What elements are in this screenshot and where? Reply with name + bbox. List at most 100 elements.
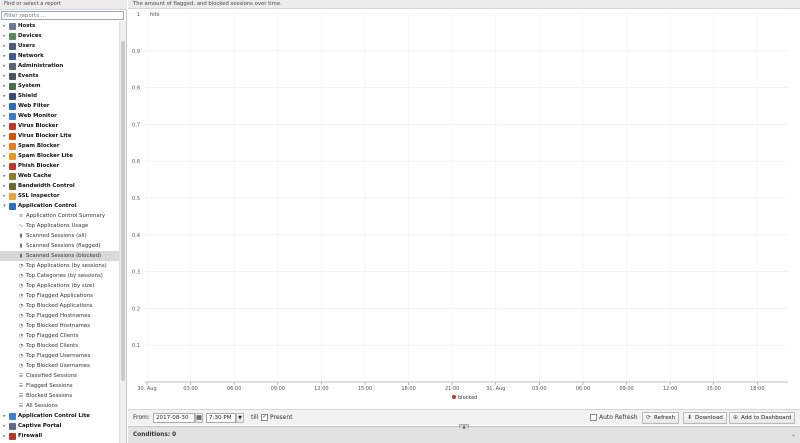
time-dropdown-button[interactable]: ▼ (236, 413, 244, 423)
tree-report-item[interactable]: ◔ Top Categories (by sessions) (0, 271, 119, 281)
tree-report-item[interactable]: ◔ Top Blocked Clients (0, 341, 119, 351)
collapsed-arrow-icon[interactable]: ▸ (2, 121, 7, 131)
x-tick-label: 12:00 (314, 386, 328, 392)
from-label: From: (133, 414, 150, 421)
download-button[interactable]: ⬇ Download (683, 412, 727, 424)
y-tick-label: 0.6 (132, 159, 140, 165)
till-label: till (251, 414, 259, 421)
tree-category[interactable]: ▸ Spam Blocker (0, 141, 119, 151)
collapsed-arrow-icon[interactable]: ▸ (2, 71, 7, 81)
x-tick-label: 21:00 (445, 386, 459, 392)
tree-report-item[interactable]: ☰ Flagged Sessions (0, 381, 119, 391)
legend-marker[interactable] (452, 395, 456, 399)
add-to-dashboard-label: Add to Dashboard (741, 415, 792, 421)
tree-report-item[interactable]: ▮ Scanned Sessions (all) (0, 231, 119, 241)
collapsed-arrow-icon[interactable]: ▸ (2, 31, 7, 41)
refresh-button[interactable]: ⟳ Refresh (642, 412, 680, 424)
tree-category[interactable]: ▸ Network (0, 51, 119, 61)
collapsed-arrow-icon[interactable]: ▸ (2, 101, 7, 111)
y-tick-label: 0.1 (132, 343, 140, 349)
collapsed-arrow-icon[interactable]: ▸ (2, 181, 7, 191)
tree-report-item[interactable]: ☰ Classified Sessions (0, 371, 119, 381)
tree-category[interactable]: ▸ Virus Blocker Lite (0, 131, 119, 141)
collapsed-arrow-icon[interactable]: ▸ (2, 421, 7, 431)
tree-scrollbar-thumb[interactable] (121, 41, 125, 381)
auto-refresh-checkbox[interactable] (590, 414, 597, 421)
tree-report-label: Top Applications (by size) (26, 283, 95, 289)
tree-category[interactable]: ▸ Web Cache (0, 171, 119, 181)
tree-category[interactable]: ▾ Application Control (0, 201, 119, 211)
tree-category[interactable]: ▸ Administration (0, 61, 119, 71)
collapsed-arrow-icon[interactable]: ▸ (2, 171, 7, 181)
tree-category[interactable]: ▸ Phish Blocker (0, 161, 119, 171)
conditions-expand-handle[interactable]: ▲ (459, 424, 469, 429)
tree-category[interactable]: ▸ Shield (0, 91, 119, 101)
calendar-picker-button[interactable]: ▦ (195, 413, 203, 423)
refresh-button-label: Refresh (654, 415, 676, 421)
tree-category[interactable]: ▸ Devices (0, 31, 119, 41)
tree-report-item[interactable]: ◔ Top Blocked Applications (0, 301, 119, 311)
tree-report-item[interactable]: ◔ Top Flagged Hostnames (0, 311, 119, 321)
collapsed-arrow-icon[interactable]: ▸ (2, 151, 7, 161)
tree-report-item[interactable]: ◔ Top Applications (by size) (0, 281, 119, 291)
tree-scrollbar[interactable] (119, 21, 126, 443)
tree-category[interactable]: ▸ Firewall (0, 431, 119, 441)
present-checkbox[interactable]: ✓ (261, 414, 268, 421)
collapsed-arrow-icon[interactable]: ▸ (2, 51, 7, 61)
tree-report-item[interactable]: ◔ Top Applications (by sessions) (0, 261, 119, 271)
refresh-icon: ⟳ (645, 414, 652, 421)
collapsed-arrow-icon[interactable]: ▸ (2, 81, 7, 91)
tree-category[interactable]: ▸ Captive Portal (0, 421, 119, 431)
list-icon: ☰ (18, 393, 24, 399)
tree-category[interactable]: ▸ Web Filter (0, 101, 119, 111)
tree-category[interactable]: ▸ Virus Blocker (0, 121, 119, 131)
tree-report-label: Application Control Summary (26, 213, 106, 219)
filter-reports-input[interactable] (1, 11, 124, 20)
tree-report-label: Top Flagged Usernames (26, 353, 91, 359)
expanded-arrow-icon[interactable]: ▾ (2, 201, 7, 211)
tree-report-item[interactable]: ∿ Top Applications Usage (0, 221, 119, 231)
tree-category[interactable]: ▸ Bandwidth Control (0, 181, 119, 191)
collapse-icon[interactable]: ⌄ (791, 431, 796, 438)
tree-report-item[interactable]: ▮ Scanned Sessions (flagged) (0, 241, 119, 251)
collapsed-arrow-icon[interactable]: ▸ (2, 131, 7, 141)
collapsed-arrow-icon[interactable]: ▸ (2, 111, 7, 121)
tree-report-item[interactable]: ◔ Top Blocked Usernames (0, 361, 119, 371)
tree-report-item[interactable]: ▮ Scanned Sessions (blocked) (0, 251, 119, 261)
tree-report-item[interactable]: ≡ Application Control Summary (0, 211, 119, 221)
tree-report-item[interactable]: ◔ Top Flagged Applications (0, 291, 119, 301)
collapsed-arrow-icon[interactable]: ▸ (2, 141, 7, 151)
from-date-input[interactable]: 2017-08-30 (153, 413, 195, 423)
download-button-label: Download (695, 415, 723, 421)
collapsed-arrow-icon[interactable]: ▸ (2, 41, 7, 51)
tree-report-item[interactable]: ☰ All Sessions (0, 401, 119, 411)
application-control-lite-icon (9, 413, 16, 420)
tree-report-item[interactable]: ◔ Top Flagged Clients (0, 331, 119, 341)
collapsed-arrow-icon[interactable]: ▸ (2, 191, 7, 201)
tree-category[interactable]: ▸ SSL Inspector (0, 191, 119, 201)
tree-category[interactable]: ▸ Users (0, 41, 119, 51)
conditions-panel[interactable]: ▲ Conditions: 0 ⌄ (128, 424, 800, 443)
collapsed-arrow-icon[interactable]: ▸ (2, 431, 7, 441)
collapsed-arrow-icon[interactable]: ▸ (2, 61, 7, 71)
tree-report-item[interactable]: ◔ Top Flagged Usernames (0, 351, 119, 361)
collapsed-arrow-icon[interactable]: ▸ (2, 91, 7, 101)
tree-report-item[interactable]: ☰ Blocked Sessions (0, 391, 119, 401)
tree-category-label: Bandwidth Control (18, 183, 75, 189)
add-to-dashboard-button[interactable]: ⊕ Add to Dashboard (729, 412, 796, 424)
tree-category[interactable]: ▸ System (0, 81, 119, 91)
tree-category[interactable]: ▸ Spam Blocker Lite (0, 151, 119, 161)
collapsed-arrow-icon[interactable]: ▸ (2, 21, 7, 31)
x-tick-label: 15:00 (358, 386, 372, 392)
hosts-icon (9, 23, 16, 30)
collapsed-arrow-icon[interactable]: ▸ (2, 411, 7, 421)
line-chart-icon: ∿ (18, 223, 24, 229)
tree-category[interactable]: ▸ Hosts (0, 21, 119, 31)
tree-category[interactable]: ▸ Application Control Lite (0, 411, 119, 421)
tree-category[interactable]: ▸ Events (0, 71, 119, 81)
legend-label[interactable]: blocked (458, 395, 477, 401)
collapsed-arrow-icon[interactable]: ▸ (2, 161, 7, 171)
tree-category[interactable]: ▸ Web Monitor (0, 111, 119, 121)
tree-report-item[interactable]: ◔ Top Blocked Hostnames (0, 321, 119, 331)
from-time-input[interactable]: 7:30 PM (206, 413, 236, 423)
